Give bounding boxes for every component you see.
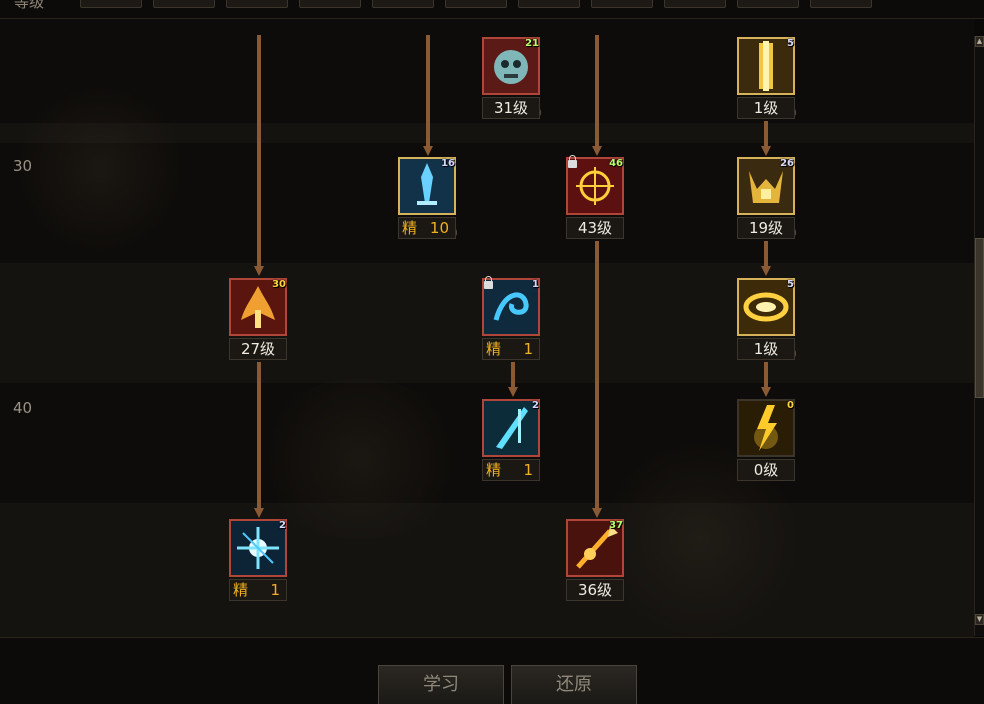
skill-node-1a[interactable]: 5 1级	[735, 37, 797, 121]
scroll-down-icon[interactable]: ▼	[975, 614, 984, 625]
skill-master-level: 精1	[482, 459, 540, 481]
filter-tab[interactable]	[80, 0, 142, 8]
lock-icon	[484, 276, 493, 289]
skill-corner-number: 46	[609, 158, 623, 169]
bottom-action-bar: 学习 还原	[0, 637, 984, 704]
skill-node-master-1q[interactable]: 1 Q 精1	[480, 276, 542, 362]
skill-node-master-1v[interactable]: 2 V 精1	[227, 519, 289, 603]
skill-corner-number: 26	[780, 158, 794, 169]
skill-level-label: 19级	[737, 217, 795, 239]
skill-corner-number: 2	[532, 400, 539, 411]
skill-corner-number: 30	[272, 279, 286, 290]
filter-tab[interactable]	[299, 0, 361, 8]
master-level-number: 1	[523, 461, 533, 479]
filter-tab[interactable]	[153, 0, 215, 8]
skill-node-19[interactable]: 26 19级	[735, 157, 797, 241]
skill-node-43[interactable]: 46 ! S 43级	[564, 155, 626, 241]
skill-corner-number: 2	[279, 520, 286, 531]
scroll-up-icon[interactable]: ▲	[975, 36, 984, 47]
skill-node-1b[interactable]: 5 1级	[735, 278, 797, 362]
skill-corner-number: 5	[787, 279, 794, 290]
skill-node-master-1t[interactable]: 2 T 精1	[480, 399, 542, 483]
skill-corner-number: 1	[532, 279, 539, 290]
skill-node-31[interactable]: 21 ! 31级	[480, 37, 542, 121]
skill-node-27[interactable]: 30 ! E 27级	[227, 278, 289, 362]
skill-level-label: 31级	[482, 97, 540, 119]
skill-level-label: 1级	[737, 338, 795, 360]
skill-corner-number: 5	[787, 38, 794, 49]
filter-tab[interactable]	[810, 0, 872, 8]
skill-level-label: 0级	[737, 459, 795, 481]
master-label: 精	[402, 219, 418, 237]
scroll-thumb[interactable]	[975, 238, 984, 398]
master-level-number: 10	[429, 219, 449, 237]
top-filter-bar: 等级	[0, 0, 984, 19]
master-label: 精	[233, 581, 249, 599]
master-level-number: 1	[270, 581, 280, 599]
filter-tab[interactable]	[518, 0, 580, 8]
skill-master-level: 精1	[482, 338, 540, 360]
skill-corner-number: 16	[441, 158, 455, 169]
master-label: 精	[486, 340, 502, 358]
filter-tab[interactable]	[226, 0, 288, 8]
filter-tab[interactable]	[591, 0, 653, 8]
skill-level-label: 27级	[229, 338, 287, 360]
skill-master-level: 精1	[229, 579, 287, 601]
skill-level-label: 43级	[566, 217, 624, 239]
reset-button[interactable]: 还原	[511, 665, 637, 704]
skill-node-36[interactable]: 37 ! W 36级	[564, 519, 626, 603]
skill-corner-number: 37	[609, 520, 623, 531]
skill-tree-window: 等级 30 40 21 31级 5 1级 16 精 10 46 43级 26 1…	[0, 0, 984, 704]
vertical-scrollbar[interactable]: ▲ ▼	[974, 36, 984, 636]
filter-tab[interactable]	[372, 0, 434, 8]
skill-corner-number: 21	[525, 38, 539, 49]
skill-node-master-10[interactable]: 16 精 10	[396, 157, 458, 241]
skill-tree-area: 30 40 21 31级 5 1级 16 精 10 46 43级 26 19级 …	[0, 19, 974, 637]
skill-master-level: 精 10	[398, 217, 456, 239]
level-column-header: 等级	[14, 0, 45, 11]
skill-level-label: 36级	[566, 579, 624, 601]
lock-icon	[568, 155, 577, 168]
skill-level-label: 1级	[737, 97, 795, 119]
filter-tab[interactable]	[445, 0, 507, 8]
skill-corner-number: 0	[787, 400, 794, 411]
skill-node-0[interactable]: 0 0级	[735, 399, 797, 483]
master-label: 精	[486, 461, 502, 479]
filter-tab[interactable]	[664, 0, 726, 8]
master-level-number: 1	[523, 340, 533, 358]
learn-button[interactable]: 学习	[378, 665, 504, 704]
filter-tab[interactable]	[737, 0, 799, 8]
